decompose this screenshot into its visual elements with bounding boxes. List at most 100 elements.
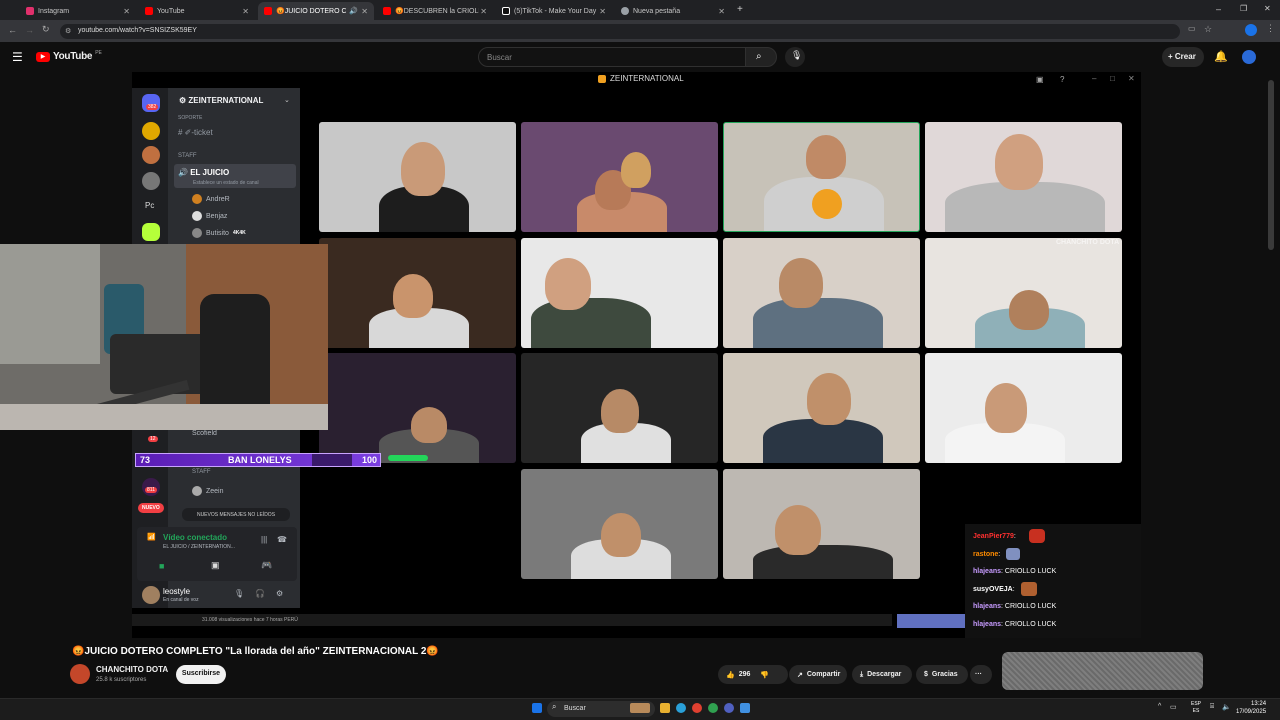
file-explorer-icon[interactable] (660, 703, 670, 713)
subscribe-button[interactable]: Suscribirse (176, 665, 226, 684)
tab-instagram[interactable]: Instagram ✕ (20, 2, 136, 20)
discord-window-title: ZEINTERNATIONAL (598, 74, 684, 83)
chevron-down-icon: ⌄ (284, 97, 290, 104)
tab-juicio-dotero[interactable]: 😡JUICIO DOTERO COMPL🔊✕ (258, 2, 374, 20)
maximize-icon[interactable]: ❐ (1240, 4, 1247, 13)
call-participant-tile (521, 238, 718, 348)
channel-ticket: # ✐-ticket (178, 128, 213, 137)
instagram-icon (26, 7, 34, 15)
new-messages-pill: NUEVOS MENSAJES NO LEÍDOS (182, 508, 290, 521)
app-icon[interactable] (740, 703, 750, 713)
call-participant-tile (723, 469, 920, 579)
search-input[interactable]: Buscar (478, 47, 746, 67)
server-avatar (142, 172, 160, 190)
reload-icon[interactable]: ↻ (42, 24, 50, 35)
page-scrollbar[interactable] (1268, 80, 1274, 250)
headphones-icon: 🎧 (255, 589, 265, 598)
noise-suppression-icon: ||| (261, 535, 268, 544)
tab-descubren[interactable]: 😡DESCUBREN la CRIOLLADA✕ (377, 2, 493, 20)
tab-tiktok[interactable]: (5)TikTok - Make Your Day ✕ (496, 2, 612, 20)
server-icon (598, 74, 606, 83)
chrome-icon[interactable] (692, 703, 702, 713)
youtube-icon (383, 7, 391, 15)
avatar (192, 211, 202, 221)
forward-icon[interactable]: → (25, 25, 34, 35)
app-icon[interactable] (708, 703, 718, 713)
recommended-thumbnail[interactable] (1002, 652, 1203, 690)
signal-icon: 📶 (147, 534, 156, 541)
chat-message: hlajeans: CRIOLLO LUCK (973, 568, 1057, 575)
thumbs-down-icon[interactable]: 👎 (760, 671, 769, 679)
browser-menu-icon[interactable]: ⋮ (1266, 23, 1275, 34)
windows-start-icon[interactable] (532, 703, 542, 713)
new-tab-button[interactable]: + (737, 4, 743, 15)
taskbar-clock[interactable]: 13:24 17/09/2025 (1236, 700, 1266, 716)
close-tab-icon[interactable]: ✕ (599, 7, 606, 16)
cast-icon[interactable]: ▭ (1188, 24, 1196, 33)
server-name: ⚙ ZEINTERNATIONAL (179, 96, 264, 105)
window-minimize-icon: – (1092, 74, 1097, 83)
share-button[interactable]: ↗ Compartir (789, 665, 847, 684)
youtube-play-icon: ▶ (36, 51, 50, 62)
tiktok-icon (502, 7, 510, 15)
call-participant-tile (319, 353, 516, 463)
mute-mic-icon: 🎙 (234, 589, 245, 598)
close-tab-icon[interactable]: ✕ (718, 7, 725, 16)
close-tab-icon[interactable]: ✕ (480, 7, 487, 16)
floor (0, 404, 328, 430)
chat-message: susyOVEJA: (973, 582, 1037, 596)
hamburger-menu-icon[interactable]: ☰ (12, 50, 23, 64)
like-dislike-button[interactable]: 👍 296 👎 (718, 665, 788, 684)
call-participant-tile (319, 238, 516, 348)
search-button[interactable]: ⌕ (745, 47, 777, 67)
create-button[interactable]: + Crear (1162, 47, 1204, 67)
video-title: 😡JUICIO DOTERO COMPLETO "La llorada del … (72, 646, 439, 657)
emote-icon (1021, 582, 1037, 596)
thumbs-up-icon: 👍 (726, 671, 735, 679)
member-row: AndreR (192, 194, 230, 204)
thanks-button[interactable]: $ Gracias (916, 665, 968, 684)
chat-message: JeanPier779: (973, 529, 1045, 543)
network-icon[interactable]: ⌸ (1210, 703, 1214, 711)
profile-avatar[interactable] (1245, 24, 1257, 36)
voice-search-button[interactable]: 🎙 (785, 47, 805, 67)
back-icon[interactable]: ← (8, 25, 17, 35)
url-field[interactable]: youtube.com/watch?v=SNSIZSK59EY (60, 24, 1180, 39)
edge-icon[interactable] (676, 703, 686, 713)
download-button[interactable]: ⤓ Descargar (852, 665, 912, 684)
discord-icon[interactable] (724, 703, 734, 713)
call-participant-tile (925, 238, 1122, 348)
account-avatar[interactable] (1242, 50, 1256, 64)
close-window-icon[interactable]: ✕ (1264, 4, 1271, 13)
tray-app-icon[interactable]: ▭ (1170, 703, 1177, 711)
call-participant-tile (925, 122, 1122, 232)
volume-icon[interactable]: 🔈 (1222, 703, 1231, 711)
channel-avatar[interactable] (70, 664, 90, 684)
call-participant-tile (521, 122, 718, 232)
close-tab-icon[interactable]: ✕ (123, 7, 130, 16)
search-icon: ⌕ (756, 51, 762, 62)
member-row: Scofield (192, 430, 217, 437)
tab-youtube[interactable]: YouTube ✕ (139, 2, 255, 20)
window-maximize-icon: □ (1110, 74, 1115, 83)
more-actions-button[interactable]: ··· (970, 665, 992, 684)
room-wall (0, 244, 100, 364)
call-participant-tile (521, 469, 718, 579)
emote-icon (1006, 548, 1020, 560)
language-indicator[interactable]: ESP ES (1191, 701, 1201, 715)
bookmark-star-icon[interactable]: ☆ (1204, 24, 1212, 35)
site-info-icon[interactable]: ⚙ (65, 27, 71, 35)
download-icon: ⤓ (860, 670, 864, 678)
minimize-icon[interactable]: – (1216, 4, 1221, 14)
audio-icon[interactable]: 🔊 (349, 7, 358, 15)
tab-nueva-pestana[interactable]: Nueva pestaña ✕ (615, 2, 731, 20)
tray-chevron-icon[interactable]: ^ (1158, 703, 1161, 710)
voice-channel-name: 🔊 EL JUICIO (178, 168, 230, 177)
close-tab-icon[interactable]: ✕ (361, 7, 368, 16)
youtube-logo[interactable]: ▶ YouTube PE (36, 50, 102, 62)
notifications-bell-icon[interactable]: 🔔 (1214, 50, 1228, 63)
close-tab-icon[interactable]: ✕ (242, 7, 249, 16)
chat-message: rastone: (973, 548, 1020, 560)
channel-name[interactable]: CHANCHITO DOTA (96, 665, 168, 674)
server-logo (142, 223, 160, 241)
